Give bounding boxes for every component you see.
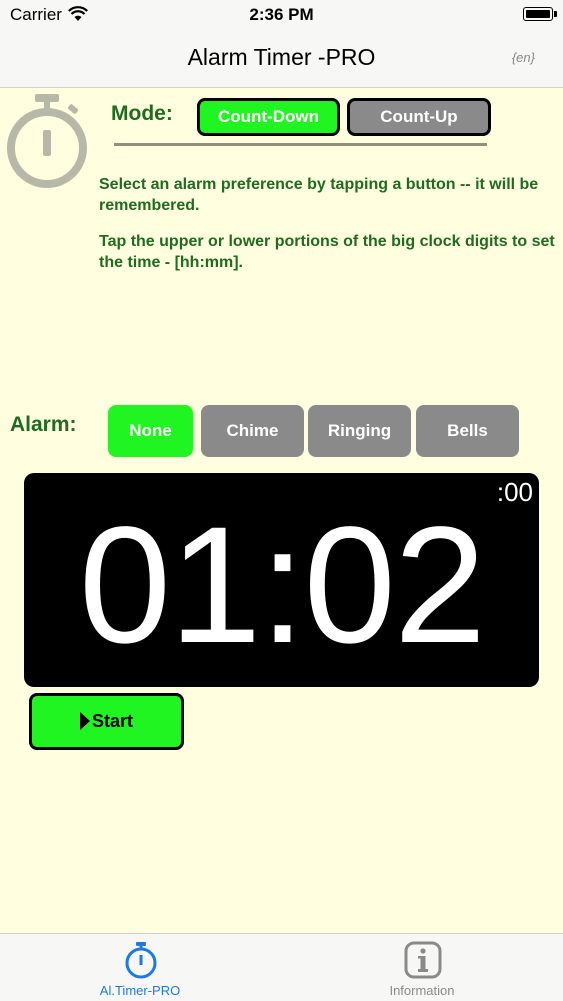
- start-button[interactable]: Start: [29, 693, 184, 750]
- clock-digits[interactable]: 01:02: [24, 491, 539, 681]
- instruction-set-time: Tap the upper or lower portions of the b…: [99, 233, 555, 271]
- start-label: Start: [92, 711, 134, 731]
- play-icon: [80, 712, 90, 730]
- tab-label-information: Information: [389, 983, 455, 998]
- status-bar: Carrier 2:36 PM: [0, 0, 563, 30]
- battery-fill: [526, 10, 550, 18]
- tab-bar: Al.Timer-PRO Information: [0, 933, 563, 1001]
- status-time: 2:36 PM: [249, 5, 314, 24]
- language-button[interactable]: {en}: [512, 50, 535, 65]
- tab-label-al-timer-pro: Al.Timer-PRO: [99, 983, 181, 998]
- count-up-button[interactable]: Count-Up: [347, 98, 491, 136]
- stopwatch-logo-icon: [7, 94, 87, 188]
- alarm-label: Alarm:: [10, 413, 77, 436]
- count-down-button[interactable]: Count-Down: [197, 98, 340, 136]
- clock-display[interactable]: :00 01:02: [24, 473, 539, 687]
- alarm-chime-button[interactable]: Chime: [201, 405, 304, 457]
- nav-bar: Alarm Timer -PRO {en}: [0, 30, 563, 88]
- stopwatch-icon: [125, 942, 157, 979]
- mode-divider: [114, 143, 487, 146]
- alarm-ringing-button[interactable]: Ringing: [308, 405, 411, 457]
- battery-icon: [523, 7, 557, 21]
- page-title: Alarm Timer -PRO: [187, 44, 376, 70]
- instruction-alarm-preference: Select an alarm preference by tapping a …: [99, 176, 539, 214]
- tab-al-timer-pro[interactable]: Al.Timer-PRO: [0, 934, 280, 1001]
- alarm-none-button[interactable]: None: [108, 405, 193, 457]
- alarm-bells-button[interactable]: Bells: [416, 405, 519, 457]
- tab-information[interactable]: Information: [282, 934, 562, 1001]
- mode-label: Mode:: [111, 102, 173, 125]
- info-icon: [404, 941, 442, 979]
